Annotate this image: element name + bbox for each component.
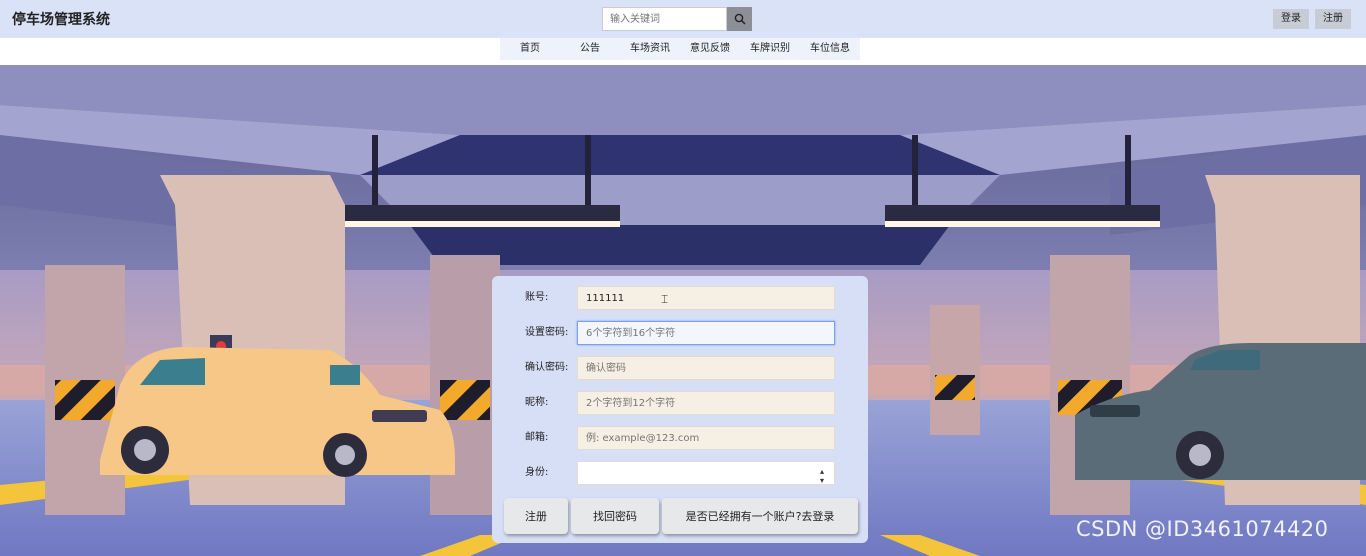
csdn-watermark: CSDN @ID3461074420: [1076, 517, 1329, 541]
form-row-identity: 身份: ▴ ▾: [492, 461, 868, 487]
text-cursor-icon: ⌶: [661, 292, 669, 306]
search-icon: [734, 13, 746, 25]
site-title: 停车场管理系统: [12, 12, 110, 28]
recover-password-button[interactable]: 找回密码: [571, 498, 659, 534]
password-label: 设置密码:: [525, 327, 569, 338]
go-login-button[interactable]: 是否已经拥有一个账户?去登录: [662, 498, 858, 534]
nav-bar: 首页 公告 车场资讯 意见反馈 车牌识别 车位信息: [0, 38, 1366, 65]
account-label: 账号:: [525, 292, 549, 303]
register-button[interactable]: 注册: [1315, 9, 1351, 29]
login-button[interactable]: 登录: [1273, 9, 1309, 29]
form-row-nickname: 昵称:: [492, 391, 868, 417]
nav-item-home[interactable]: 首页: [500, 38, 560, 60]
form-row-email: 邮箱:: [492, 426, 868, 452]
nav-item-notice[interactable]: 公告: [560, 38, 620, 60]
form-row-account: 账号:: [492, 286, 868, 312]
form-row-password: 设置密码:: [492, 321, 868, 347]
email-input[interactable]: [577, 426, 835, 450]
top-header: 停车场管理系统 登录 注册: [0, 0, 1366, 38]
identity-label: 身份:: [525, 467, 549, 478]
search-button[interactable]: [727, 7, 752, 31]
nav-item-parking-spots[interactable]: 车位信息: [800, 38, 860, 60]
account-input[interactable]: [577, 286, 835, 310]
search-input[interactable]: [602, 7, 727, 31]
identity-select[interactable]: [577, 461, 835, 485]
confirm-password-label: 确认密码:: [525, 362, 569, 373]
form-row-confirm-password: 确认密码:: [492, 356, 868, 382]
confirm-password-input[interactable]: [577, 356, 835, 380]
nav-item-news[interactable]: 车场资讯: [620, 38, 680, 60]
nav-item-plate-recognition[interactable]: 车牌识别: [740, 38, 800, 60]
nav-item-feedback[interactable]: 意见反馈: [680, 38, 740, 60]
nickname-label: 昵称:: [525, 397, 549, 408]
submit-register-button[interactable]: 注册: [504, 498, 568, 534]
password-input[interactable]: [577, 321, 835, 345]
nickname-input[interactable]: [577, 391, 835, 415]
email-label: 邮箱:: [525, 432, 549, 443]
nav-menu: 首页 公告 车场资讯 意见反馈 车牌识别 车位信息: [500, 38, 860, 60]
